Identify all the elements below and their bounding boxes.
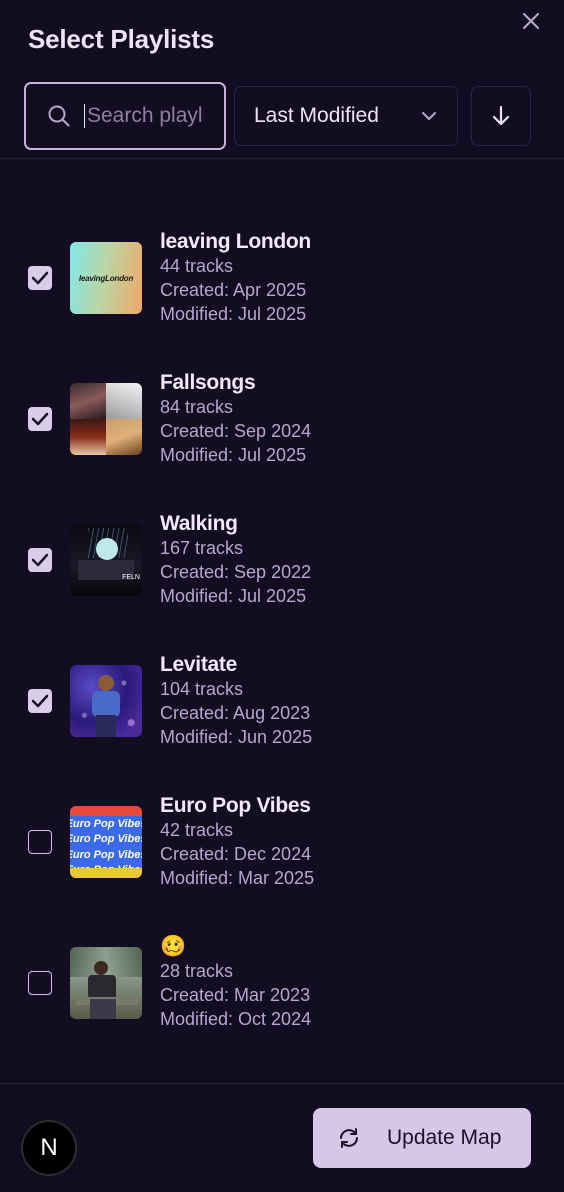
playlist-cover: FELN [70, 524, 142, 596]
refresh-icon [340, 1128, 358, 1148]
playlist-row[interactable]: Fallsongs 84 tracks Created: Sep 2024 Mo… [0, 371, 564, 512]
playlist-name: Walking [160, 512, 238, 535]
chevron-down-icon [422, 112, 436, 120]
playlist-modified: Modified: Jun 2025 [160, 727, 313, 747]
playlist-created: Created: Apr 2025 [160, 280, 307, 300]
playlist-checkbox[interactable] [28, 548, 52, 572]
avatar-letter: N [40, 1134, 58, 1161]
update-map-button[interactable]: Update Map [313, 1108, 531, 1168]
playlist-info: Walking 167 tracks Created: Sep 2022 Mod… [160, 512, 311, 608]
playlist-track-count: 44 tracks [160, 256, 234, 276]
sort-select[interactable]: Last Modified [234, 86, 458, 146]
playlist-created: Created: Sep 2022 [160, 562, 312, 582]
playlist-created: Created: Aug 2023 [160, 703, 311, 723]
playlist-list: leavingLondon leaving London 44 tracks C… [0, 230, 564, 1076]
header-divider [0, 158, 564, 159]
playlist-track-count: 84 tracks [160, 397, 234, 417]
playlist-name: 🥴 [160, 935, 186, 958]
check-icon [31, 553, 49, 567]
playlist-modified: Modified: Jul 2025 [160, 586, 307, 606]
playlist-row[interactable]: leavingLondon leaving London 44 tracks C… [0, 230, 564, 371]
playlist-row[interactable]: FELN Walking 167 tracks Created: Sep 202… [0, 512, 564, 653]
playlist-created: Created: Sep 2024 [160, 421, 312, 441]
playlist-checkbox[interactable] [28, 830, 52, 854]
sort-direction-button[interactable] [471, 86, 531, 146]
check-icon [31, 694, 49, 708]
playlist-cover [70, 383, 142, 455]
playlist-checkbox[interactable] [28, 971, 52, 995]
playlist-modified: Modified: Jul 2025 [160, 445, 307, 465]
close-icon [523, 13, 539, 29]
sort-select-value: Last Modified [254, 104, 379, 127]
playlist-created: Created: Dec 2024 [160, 844, 312, 864]
playlist-cover [70, 665, 142, 737]
playlist-modified: Modified: Mar 2025 [160, 868, 315, 888]
arrow-down-icon [492, 105, 510, 126]
dialog-title: Select Playlists [28, 24, 215, 54]
footer-divider [0, 1083, 564, 1084]
playlist-track-count: 167 tracks [160, 538, 244, 558]
playlist-created: Created: Mar 2023 [160, 985, 311, 1005]
avatar[interactable]: N [21, 1120, 77, 1176]
playlist-name: Levitate [160, 653, 237, 676]
playlist-info: Levitate 104 tracks Created: Aug 2023 Mo… [160, 653, 312, 749]
playlist-track-count: 42 tracks [160, 820, 234, 840]
search-input[interactable] [84, 104, 204, 128]
playlist-cover: Euro Pop Vibes Euro Pop Vibes Euro Pop V… [70, 806, 142, 878]
playlist-info: 🥴 28 tracks Created: Mar 2023 Modified: … [160, 935, 311, 1031]
close-button[interactable] [518, 8, 544, 34]
playlist-name: Fallsongs [160, 371, 256, 394]
cover-text: FELN [122, 574, 140, 581]
playlist-info: Euro Pop Vibes 42 tracks Created: Dec 20… [160, 794, 314, 890]
playlist-cover [70, 947, 142, 1019]
cover-text: Euro Pop Vibes [70, 817, 142, 830]
playlist-name: Euro Pop Vibes [160, 794, 311, 817]
playlist-row[interactable]: Levitate 104 tracks Created: Aug 2023 Mo… [0, 653, 564, 794]
search-box[interactable] [24, 82, 226, 150]
playlist-modified: Modified: Jul 2025 [160, 304, 307, 324]
playlist-cover: leavingLondon [70, 242, 142, 314]
playlist-track-count: 104 tracks [160, 679, 244, 699]
cover-text: leavingLondon [78, 273, 134, 283]
update-map-label: Update Map [387, 1126, 502, 1149]
playlist-name: leaving London [160, 230, 311, 253]
cover-text: Euro Pop Vibes [70, 833, 142, 846]
playlist-info: Fallsongs 84 tracks Created: Sep 2024 Mo… [160, 371, 311, 467]
playlist-modified: Modified: Oct 2024 [160, 1009, 312, 1029]
playlist-track-count: 28 tracks [160, 961, 234, 981]
playlist-checkbox[interactable] [28, 266, 52, 290]
search-icon [48, 105, 70, 127]
playlist-checkbox[interactable] [28, 689, 52, 713]
playlist-row[interactable]: 🥴 28 tracks Created: Mar 2023 Modified: … [0, 935, 564, 1076]
cover-text: Euro Pop Vibes [70, 848, 142, 861]
check-icon [31, 412, 49, 426]
playlist-row[interactable]: Euro Pop Vibes Euro Pop Vibes Euro Pop V… [0, 794, 564, 935]
playlist-checkbox[interactable] [28, 407, 52, 431]
check-icon [31, 271, 49, 285]
playlist-info: leaving London 44 tracks Created: Apr 20… [160, 230, 311, 326]
